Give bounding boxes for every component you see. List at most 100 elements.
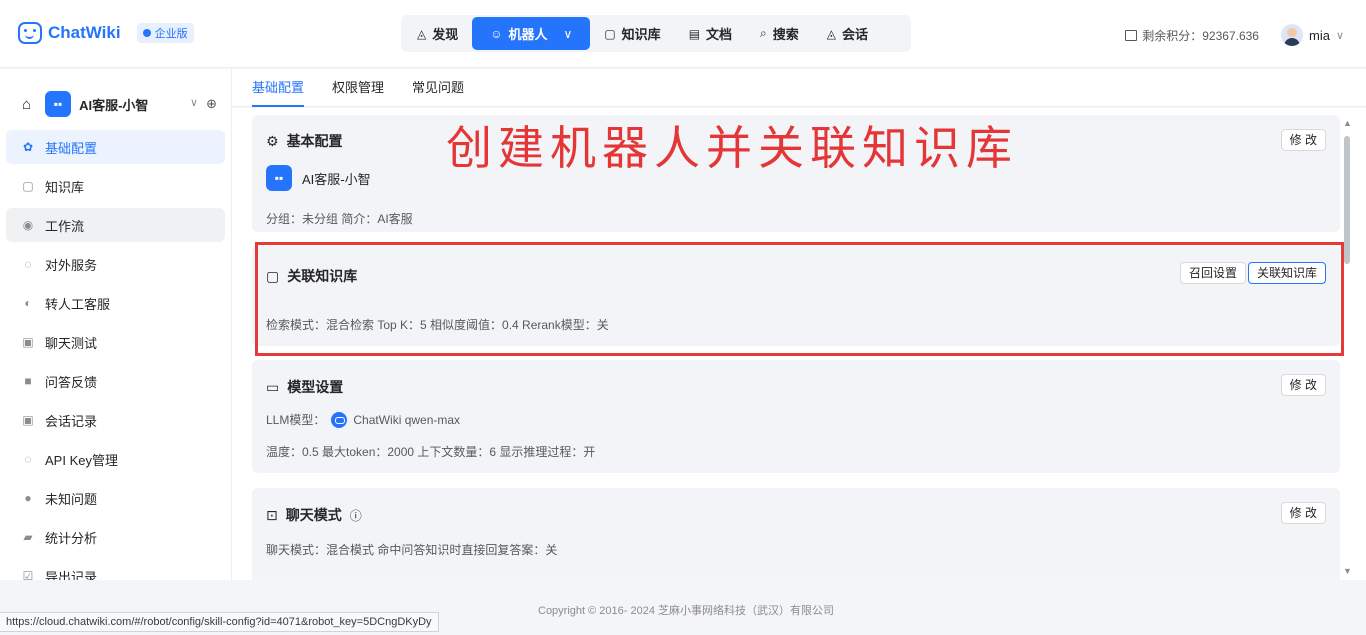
card-title-text: 关联知识库 — [287, 268, 358, 284]
edition-label: 企业版 — [154, 28, 188, 40]
add-circle-icon[interactable]: ⊕ — [206, 96, 217, 112]
edit-basic-button[interactable]: 修 改 — [1280, 129, 1326, 151]
user-name: mia — [1308, 27, 1330, 43]
sidebar-item-label: 统计分析 — [45, 530, 98, 546]
feedback-icon: ■ — [24, 374, 32, 388]
scrollbar-thumb[interactable] — [1344, 136, 1350, 264]
service-icon: ◌ — [24, 257, 32, 271]
wallet-icon — [1125, 29, 1138, 41]
credit-text: 剩余积分：92367.636 — [1142, 28, 1259, 43]
sidebar-item-workflow[interactable]: ◉ 工作流 — [6, 208, 225, 242]
sidebar-item-label: 会话记录 — [45, 413, 98, 429]
scrollbar[interactable]: ▲ ▼ — [1342, 118, 1352, 576]
tab-faq[interactable]: 常见问题 — [412, 69, 464, 107]
search-icon: ⌕ — [760, 26, 767, 40]
sidebar-item-label: 工作流 — [45, 218, 85, 234]
tab-permissions[interactable]: 权限管理 — [332, 69, 384, 107]
sidebar-item-label: 对外服务 — [45, 257, 98, 273]
scroll-down-icon[interactable]: ▼ — [1343, 566, 1352, 576]
sidebar-item-label: API Key管理 — [45, 452, 118, 468]
top-bar: ChatWiki 企业版 ◬ 发现 ☺ 机器人 ∨ ▢ 知识库 ▤ 文档 ⌕ 搜索 ◬ 会话 … — [0, 0, 1366, 68]
nav-label: 发现 — [432, 27, 459, 42]
credit-balance: 剩余积分：92367.636 — [1125, 27, 1259, 44]
basic-config-title: ⚙ 基本配置 — [266, 131, 343, 151]
sidebar-item-statistics[interactable]: ▰ 统计分析 — [6, 520, 225, 554]
card-title-text: 聊天模式 — [285, 507, 342, 523]
model-card: ▭ 模型设置 修 改 LLM模型： ChatWiki qwen-max 温度：0… — [252, 360, 1340, 473]
headset-icon: ◐ — [24, 296, 32, 310]
main-nav: ◬ 发现 ☺ 机器人 ∨ ▢ 知识库 ▤ 文档 ⌕ 搜索 ◬ 会话 — [401, 15, 911, 52]
book-icon: ▢ — [22, 179, 34, 193]
sidebar-item-basic-config[interactable]: ✿ 基础配置 — [6, 130, 225, 164]
chat-bubble-icon: ▭ — [266, 378, 280, 395]
edit-chatmode-button[interactable]: 修 改 — [1280, 502, 1326, 524]
tab-basic-config[interactable]: 基础配置 — [252, 69, 305, 107]
nav-chat[interactable]: ◬ 会话 — [813, 17, 882, 50]
question-icon: ● — [24, 491, 32, 505]
sidebar-item-label: 基础配置 — [45, 140, 98, 156]
sidebar: ⌂ ▪▪ AI客服-小智 ∨ ⊕ ✿ 基础配置 ▢ 知识库 ◉ 工作流 ◌ 对外服务 ◐… — [0, 69, 232, 585]
recall-settings-button[interactable]: 召回设置 — [1179, 262, 1246, 284]
chatmode-title: ⊡ 聊天模式 ⓘ — [266, 505, 362, 525]
user-menu[interactable]: mia ∨ — [1280, 24, 1344, 46]
avatar — [1280, 24, 1303, 46]
sidebar-item-external-service[interactable]: ◌ 对外服务 — [6, 247, 225, 281]
chatmode-meta: 聊天模式：混合模式 命中问答知识时直接回复答案：关 — [266, 543, 558, 557]
robot-avatar-icon: ▪▪ — [45, 91, 72, 117]
nav-discover[interactable]: ◬ 发现 — [403, 17, 472, 50]
nav-robot[interactable]: ☺ 机器人 ∨ — [472, 17, 591, 50]
sidebar-item-human-agent[interactable]: ◐ 转人工客服 — [6, 286, 225, 320]
book-icon: ▢ — [604, 26, 616, 41]
config-tabs: 基础配置 权限管理 常见问题 — [232, 69, 1366, 107]
browser-status-url: https://cloud.chatwiki.com/#/robot/confi… — [0, 612, 439, 632]
robot-header: ⌂ ▪▪ AI客服-小智 ∨ ⊕ — [0, 69, 231, 125]
nav-docs[interactable]: ▤ 文档 — [675, 17, 746, 50]
nav-label: 搜索 — [772, 27, 799, 42]
chevron-down-icon[interactable]: ∨ — [190, 96, 198, 112]
sidebar-item-history[interactable]: ▣ 会话记录 — [6, 403, 225, 437]
sidebar-item-chat-test[interactable]: ▣ 聊天测试 — [6, 325, 225, 359]
sidebar-item-feedback[interactable]: ■ 问答反馈 — [6, 364, 225, 398]
robot-name-text: AI客服-小智 — [302, 171, 371, 187]
book-icon: ▢ — [266, 267, 280, 284]
card-title-text: 模型设置 — [287, 379, 344, 395]
robot-icon: ☺ — [490, 26, 503, 41]
chevron-down-icon: ∨ — [1335, 29, 1344, 42]
model-title: ▭ 模型设置 — [266, 377, 343, 397]
sidebar-item-label: 问答反馈 — [45, 374, 98, 390]
llm-value: ChatWiki qwen-max — [353, 412, 461, 427]
copyright: Copyright © 2016- 2024 芝麻小事网络科技（武汉）有限公司 — [538, 605, 835, 617]
robot-name: AI客服-小智 — [79, 97, 149, 113]
chat-mode-icon: ⊡ — [266, 506, 278, 523]
robot-avatar-icon: ▪▪ — [266, 165, 292, 191]
sidebar-item-knowledge[interactable]: ▢ 知识库 — [6, 169, 225, 203]
sidebar-menu: ✿ 基础配置 ▢ 知识库 ◉ 工作流 ◌ 对外服务 ◐ 转人工客服 ▣ 聊天测试 ■ 问答反馈… — [0, 125, 231, 593]
scroll-up-icon[interactable]: ▲ — [1343, 118, 1352, 128]
robot-tools: ∨ ⊕ — [190, 96, 217, 112]
chevron-down-icon: ∨ — [563, 26, 573, 41]
robot-meta: 分组：未分组 简介：AI客服 — [266, 212, 413, 226]
nav-label: 文档 — [706, 27, 733, 42]
sidebar-item-label: 聊天测试 — [45, 335, 98, 351]
model-icon — [331, 411, 348, 428]
chat-icon: ◬ — [826, 26, 837, 41]
link-knowledge-button[interactable]: 关联知识库 — [1247, 262, 1326, 284]
model-meta: 温度：0.5 最大token：2000 上下文数量：6 显示推理过程：开 — [266, 445, 596, 459]
sidebar-item-label: 转人工客服 — [45, 296, 111, 312]
nav-label: 会话 — [842, 27, 869, 42]
edit-model-button[interactable]: 修 改 — [1280, 374, 1326, 396]
help-icon[interactable]: ⓘ — [350, 507, 362, 524]
logo[interactable]: ChatWiki 企业版 — [18, 22, 194, 44]
config-content: ⚙ 基本配置 修 改 ▪▪ AI客服-小智 分组：未分组 简介：AI客服 ▢ 关… — [232, 108, 1366, 580]
nav-label: 知识库 — [621, 27, 661, 42]
sidebar-item-unknown-questions[interactable]: ● 未知问题 — [6, 481, 225, 515]
home-icon[interactable]: ⌂ — [22, 96, 31, 113]
card-title-text: 基本配置 — [286, 133, 343, 149]
stats-icon: ▰ — [23, 530, 33, 544]
top-right: 剩余积分：92367.636 mia ∨ — [1125, 24, 1344, 46]
knowledge-title: ▢ 关联知识库 — [266, 266, 357, 286]
sidebar-item-api-key[interactable]: ◌ API Key管理 — [6, 442, 225, 476]
history-icon: ▣ — [22, 413, 34, 427]
nav-search[interactable]: ⌕ 搜索 — [746, 17, 813, 50]
nav-knowledge[interactable]: ▢ 知识库 — [590, 17, 674, 50]
